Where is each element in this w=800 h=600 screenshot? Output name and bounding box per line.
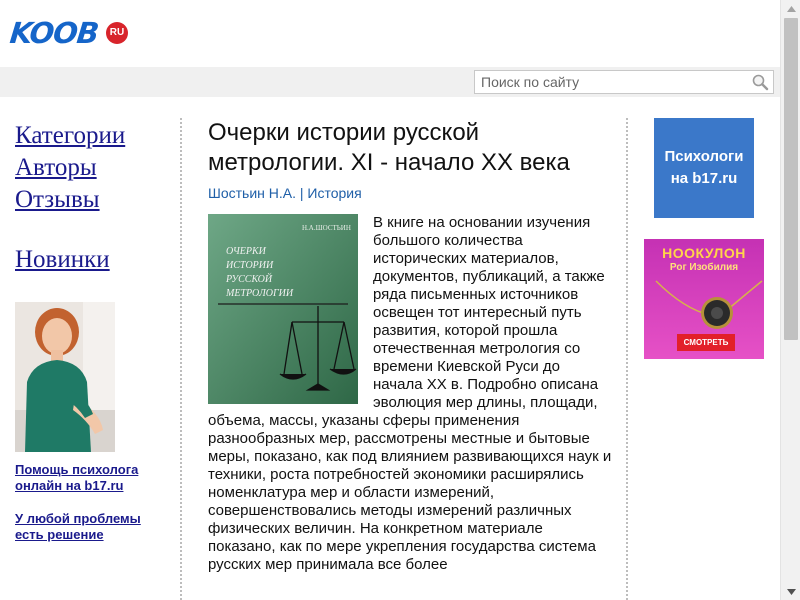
right-divider	[626, 118, 628, 600]
psychologist-photo[interactable]	[15, 302, 115, 452]
category-link[interactable]: История	[307, 185, 361, 201]
ad-amulet[interactable]: НООКУЛОН Рог Изобилия СМОТРЕТЬ	[644, 239, 764, 359]
promo-link-solution[interactable]: У любой проблемы есть решение	[15, 511, 165, 543]
logo-wordmark: KOOB	[8, 16, 100, 50]
cover-title-line-4: МЕТРОЛОГИИ	[225, 288, 294, 299]
cover-title-line-3: РУССКОЙ	[225, 273, 273, 285]
nav-link-new[interactable]: Новинки	[15, 244, 175, 276]
search-box	[474, 70, 774, 94]
ad-psychologists-label: Психологи на b17.ru	[664, 148, 744, 187]
nav-link-reviews[interactable]: Отзывы	[15, 184, 175, 216]
scroll-up-icon[interactable]	[781, 0, 800, 17]
left-divider	[180, 118, 182, 600]
author-link[interactable]: Шостьин Н.А.	[208, 185, 296, 201]
promo-link-psych-help[interactable]: Помощь психолога онлайн на b17.ru	[15, 462, 165, 494]
meta-separator: |	[296, 185, 308, 201]
cover-title-line-2: ИСТОРИИ	[225, 260, 274, 271]
book-cover-image[interactable]: Н.А.ШОСТЬИН ОЧЕРКИ ИСТОРИИ РУССКОЙ МЕТРО…	[208, 214, 358, 404]
scroll-down-icon[interactable]	[781, 583, 800, 600]
book-meta: Шостьин Н.А. | История	[208, 184, 613, 202]
ad-amulet-button[interactable]: СМОТРЕТЬ	[677, 334, 735, 351]
book-body: Н.А.ШОСТЬИН ОЧЕРКИ ИСТОРИИ РУССКОЙ МЕТРО…	[208, 214, 613, 574]
site-header: KOOB RU	[0, 0, 780, 67]
site-logo[interactable]: KOOB RU	[8, 16, 129, 50]
search-input[interactable]	[475, 71, 747, 93]
left-sidebar: Категории Авторы Отзывы Новинки Помощь п…	[15, 120, 175, 542]
logo-badge: RU	[106, 22, 129, 44]
vertical-scrollbar[interactable]	[780, 0, 800, 600]
search-bar	[0, 67, 780, 97]
cover-author: Н.А.ШОСТЬИН	[302, 224, 351, 232]
cover-title-line-1: ОЧЕРКИ	[226, 246, 267, 257]
ad-psychologists[interactable]: Психологи на b17.ru	[654, 118, 754, 218]
nav-link-authors[interactable]: Авторы	[15, 152, 175, 184]
nav-link-categories[interactable]: Категории	[15, 120, 175, 152]
main-content: Очерки истории русской метрологии. XI - …	[208, 118, 613, 574]
scroll-thumb[interactable]	[784, 18, 798, 340]
search-icon[interactable]	[747, 71, 773, 93]
book-title: Очерки истории русской метрологии. XI - …	[208, 119, 570, 176]
